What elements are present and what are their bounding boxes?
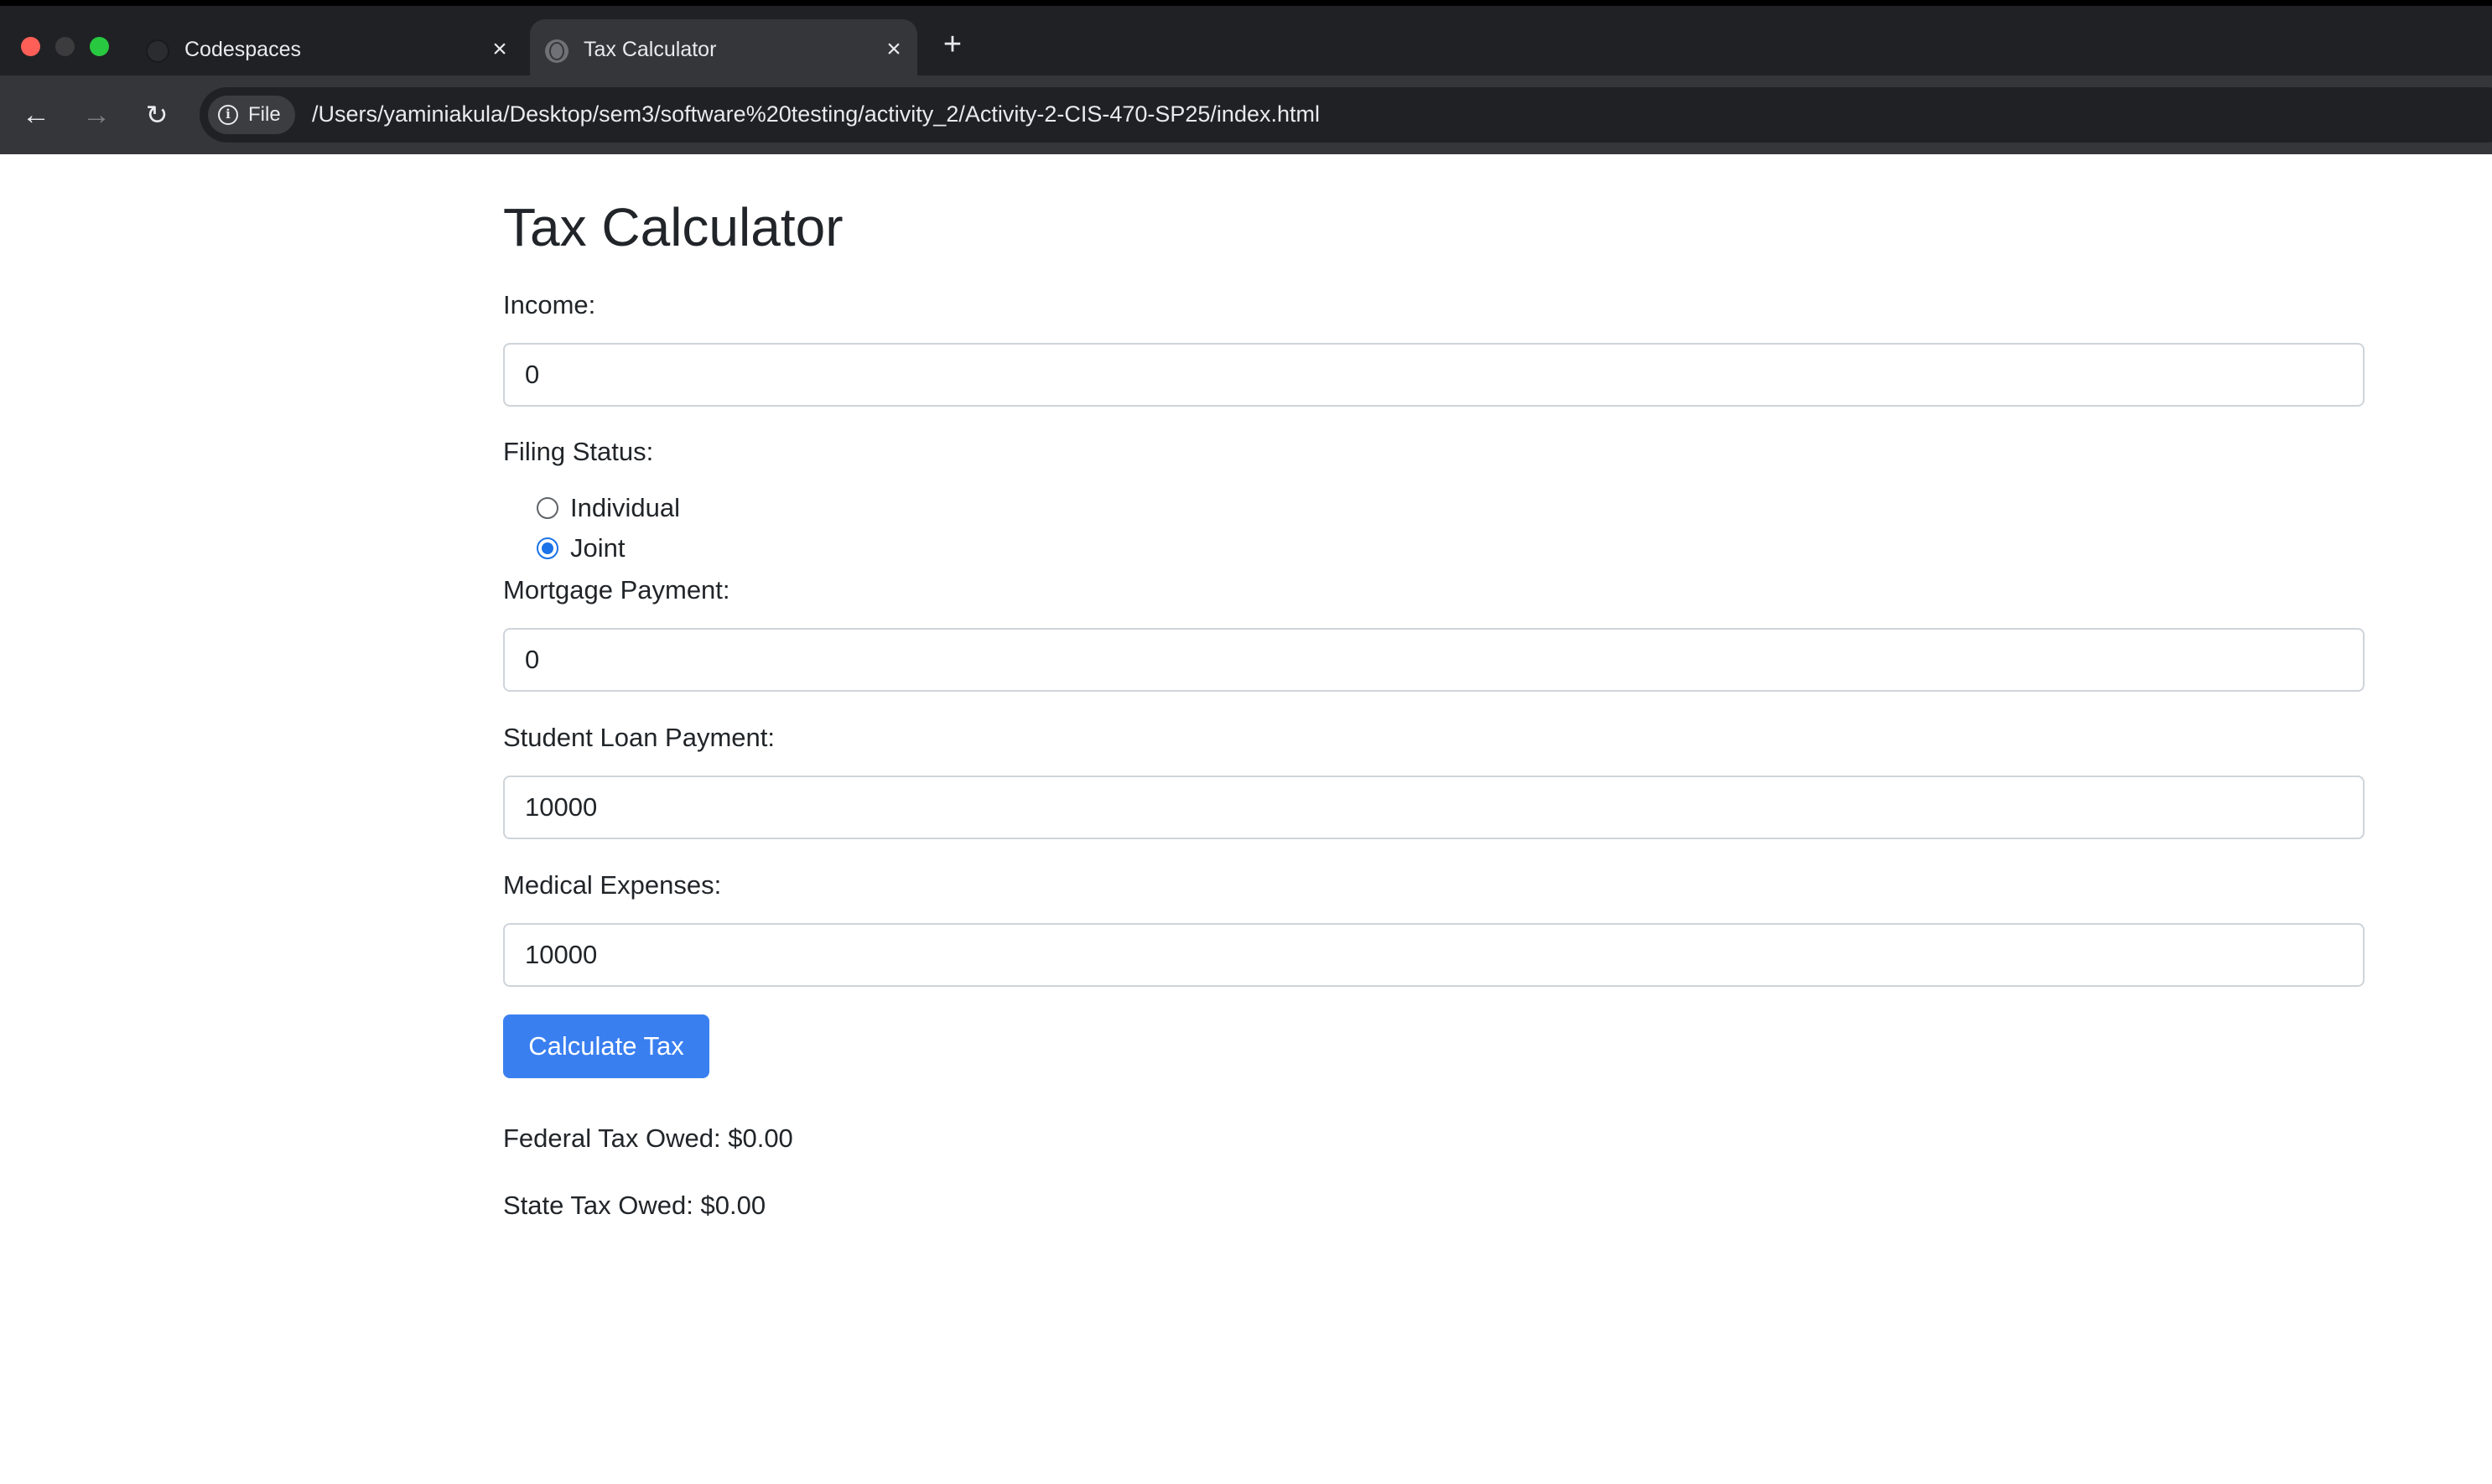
income-label: Income: [503, 290, 596, 319]
site-info-chip[interactable]: i File [208, 96, 295, 134]
filing-option-joint[interactable]: Joint [537, 533, 625, 563]
joint-radio[interactable] [537, 537, 558, 559]
browser-toolbar: ← → ↻ i File /Users/yaminiakula/Desktop/… [0, 75, 2492, 154]
calculate-tax-button[interactable]: Calculate Tax [503, 1014, 709, 1078]
individual-radio[interactable] [537, 497, 558, 519]
individual-radio-label[interactable]: Individual [570, 493, 680, 523]
tab-title: Tax Calculator [584, 38, 717, 61]
page-title: Tax Calculator [503, 197, 844, 257]
tab-strip: Codespaces × Tax Calculator × + [0, 6, 2492, 81]
page-viewport: Tax Calculator Income: Filing Status: In… [0, 154, 2492, 1484]
github-icon [146, 39, 169, 63]
income-input[interactable] [503, 343, 2365, 407]
maximize-window-button[interactable] [90, 37, 109, 56]
globe-icon [545, 39, 568, 63]
filing-option-individual[interactable]: Individual [537, 493, 680, 523]
medical-label: Medical Expenses: [503, 870, 722, 900]
address-bar[interactable]: i File /Users/yaminiakula/Desktop/sem3/s… [200, 87, 2492, 143]
close-icon[interactable]: × [485, 34, 515, 65]
tab-codespaces[interactable]: Codespaces × [134, 19, 520, 81]
minimize-window-button[interactable] [55, 37, 75, 56]
back-button[interactable]: ← [15, 94, 57, 136]
info-icon: i [218, 105, 238, 125]
new-tab-button[interactable]: + [937, 29, 968, 60]
close-window-button[interactable] [21, 37, 40, 56]
window-top-edge [0, 0, 2492, 6]
mortgage-label: Mortgage Payment: [503, 575, 730, 604]
joint-radio-label[interactable]: Joint [570, 533, 625, 563]
medical-input[interactable] [503, 923, 2365, 987]
state-tax-result: State Tax Owed: $0.00 [503, 1191, 766, 1220]
reload-button[interactable]: ↻ [136, 94, 178, 136]
federal-tax-result: Federal Tax Owed: $0.00 [503, 1123, 793, 1153]
site-info-label: File [248, 103, 281, 126]
url-text[interactable]: /Users/yaminiakula/Desktop/sem3/software… [312, 101, 1320, 127]
forward-button[interactable]: → [75, 94, 117, 136]
filing-status-label: Filing Status: [503, 437, 654, 466]
student-loan-label: Student Loan Payment: [503, 723, 776, 752]
close-icon[interactable]: × [879, 34, 909, 65]
tab-tax-calculator[interactable]: Tax Calculator × [530, 19, 917, 81]
student-loan-input[interactable] [503, 776, 2365, 839]
tab-title: Codespaces [184, 38, 301, 61]
mortgage-input[interactable] [503, 628, 2365, 692]
